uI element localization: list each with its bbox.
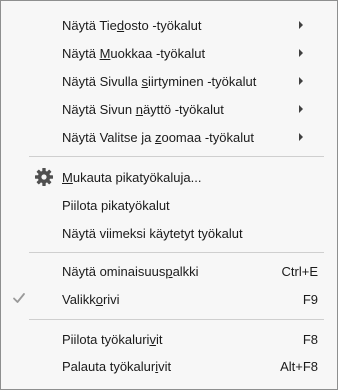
checkmark-icon (13, 293, 25, 303)
submenu-arrow-icon (299, 133, 303, 141)
menu-separator (29, 319, 324, 320)
menu-item-customize-quick-tools[interactable]: Mukauta pikatyökaluja... (2, 164, 336, 190)
menu-item-label: Näytä viimeksi käytetyt työkalut (62, 225, 243, 241)
menu-item-label: Palauta työkalurivit (62, 358, 172, 374)
menu-item-show-properties-bar[interactable]: Näytä ominaisuuspalkki Ctrl+E (2, 258, 336, 284)
menu-item-label: Valikkorivi (62, 291, 120, 307)
submenu-arrow-icon (299, 21, 303, 29)
menu-item-hide-quick-tools[interactable]: Piilota pikatyökalut (2, 192, 336, 218)
menu-item-shortcut: Ctrl+E (281, 263, 318, 279)
submenu-arrow-icon (299, 105, 303, 113)
menu-item-label: Mukauta pikatyökaluja... (62, 169, 202, 185)
menu-item-show-file-tools[interactable]: Näytä Tiedosto -työkalut (2, 12, 336, 38)
menu-item-label: Näytä ominaisuuspalkki (62, 263, 199, 279)
menu-item-hide-toolbars[interactable]: Piilota työkalurivit F8 (2, 326, 336, 352)
menu-item-shortcut: F9 (302, 291, 318, 307)
menu-separator (29, 156, 324, 157)
submenu-arrow-icon (299, 49, 303, 57)
menu-separator (29, 252, 324, 253)
menu-item-show-edit-tools[interactable]: Näytä Muokkaa -työkalut (2, 40, 336, 66)
menu-item-label: Näytä Sivulla siirtyminen -työkalut (62, 73, 257, 89)
menu-item-label: Näytä Sivun näyttö -työkalut (62, 101, 224, 117)
context-menu: Näytä Tiedosto -työkalut Näytä Muokkaa -… (0, 0, 338, 390)
menu-item-shortcut: Alt+F8 (280, 358, 318, 374)
menu-item-label: Näytä Valitse ja zoomaa -työkalut (62, 129, 254, 145)
menu-item-show-page-display-tools[interactable]: Näytä Sivun näyttö -työkalut (2, 96, 336, 122)
menu-item-show-page-navigation-tools[interactable]: Näytä Sivulla siirtyminen -työkalut (2, 68, 336, 94)
submenu-arrow-icon (299, 77, 303, 85)
menu-item-show-recent-tools[interactable]: Näytä viimeksi käytetyt työkalut (2, 220, 336, 246)
gear-icon (35, 168, 53, 186)
menu-item-show-select-zoom-tools[interactable]: Näytä Valitse ja zoomaa -työkalut (2, 124, 336, 150)
menu-item-restore-toolbars[interactable]: Palauta työkalurivit Alt+F8 (2, 353, 336, 379)
menu-item-shortcut: F8 (302, 331, 318, 347)
menu-item-label: Näytä Muokkaa -työkalut (62, 45, 206, 61)
menu-item-menu-bar[interactable]: Valikkorivi F9 (2, 286, 336, 312)
menu-item-label: Näytä Tiedosto -työkalut (62, 17, 202, 33)
menu-item-label: Piilota pikatyökalut (62, 197, 170, 213)
menu-item-label: Piilota työkalurivit (62, 331, 163, 347)
